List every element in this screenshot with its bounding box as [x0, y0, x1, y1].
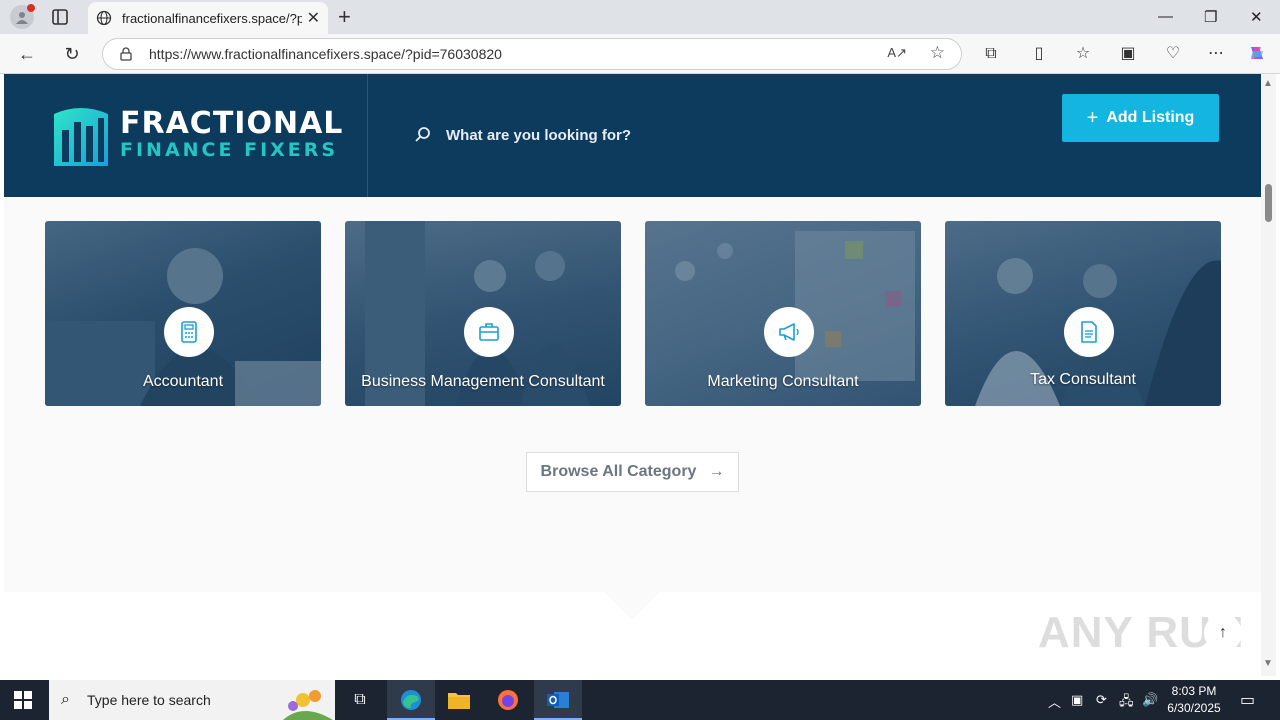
browse-all-label: Browse All Category: [540, 463, 697, 480]
address-bar[interactable]: https://www.fractionalfinancefixers.spac…: [102, 38, 962, 70]
category-card-tax-consultant[interactable]: Tax Consultant: [945, 221, 1221, 406]
back-to-top-button[interactable]: ↑: [1204, 614, 1242, 652]
category-card-marketing-consultant[interactable]: Marketing Consultant: [645, 221, 921, 406]
logo-text-secondary: FINANCE FIXERS: [120, 139, 339, 161]
browser-tab-strip: fractionalfinancefixers.space/?pid= ✕ + …: [0, 0, 1280, 34]
category-label: Accountant: [142, 373, 224, 390]
category-label: Business Management Consultant: [361, 373, 605, 390]
collections-icon[interactable]: ▣: [1117, 43, 1139, 65]
task-view-icon[interactable]: ⧉: [346, 686, 374, 714]
taskbar-search-box[interactable]: ⌕ Type here to search: [49, 680, 335, 720]
system-clock[interactable]: 8:03 PM 6/30/2025: [1162, 683, 1226, 717]
read-aloud-icon[interactable]: A↗: [887, 45, 907, 61]
search-placeholder: What are you looking for?: [446, 126, 632, 144]
logo-text-primary: FRACTIONAL: [120, 106, 344, 141]
search-icon: [415, 127, 430, 142]
volume-icon[interactable]: 🔊: [1142, 692, 1158, 708]
windows-taskbar: ⌕ Type here to search ⧉ ︿ ▣ ⟳ 🖧 🔊 8:03 P…: [0, 680, 1280, 720]
plus-icon: +: [1086, 106, 1099, 129]
category-card-business-management-consultant[interactable]: Business Management Consultant: [345, 221, 621, 406]
refresh-button[interactable]: ↻: [61, 43, 83, 65]
notifications-icon[interactable]: ▭: [1240, 690, 1255, 710]
browser-essentials-icon[interactable]: ♡: [1162, 43, 1184, 65]
site-info-lock-icon[interactable]: [119, 47, 133, 61]
edge-browser-icon[interactable]: [397, 686, 425, 714]
notification-dot: [27, 4, 35, 12]
outlook-icon[interactable]: [544, 686, 572, 714]
restore-button[interactable]: ❐: [1204, 8, 1217, 26]
arrow-right-icon: →: [708, 463, 725, 480]
scrollbar-thumb[interactable]: [1265, 184, 1272, 222]
category-card-accountant[interactable]: Accountant: [45, 221, 321, 406]
back-button[interactable]: ←: [16, 43, 38, 65]
settings-more-icon[interactable]: ⋯: [1205, 43, 1227, 65]
tab-title: fractionalfinancefixers.space/?pid=: [122, 10, 302, 26]
search-icon: ⌕: [61, 691, 70, 708]
new-tab-button[interactable]: +: [338, 6, 351, 28]
windows-start-icon[interactable]: [14, 691, 32, 709]
megaphone-icon: [764, 307, 814, 357]
web-page: FRACTIONAL FINANCE FIXERS What are you l…: [4, 74, 1261, 676]
clock-time: 8:03 PM: [1171, 684, 1217, 698]
header-divider: [367, 74, 368, 197]
browser-tab-active[interactable]: fractionalfinancefixers.space/?pid= ✕: [88, 2, 328, 34]
add-listing-button[interactable]: + Add Listing: [1062, 94, 1219, 142]
profile-avatar[interactable]: [10, 4, 35, 29]
url-text: https://www.fractionalfinancefixers.spac…: [149, 46, 502, 62]
address-toolbar: ← ↻ https://www.fractionalfinancefixers.…: [0, 34, 1280, 74]
tray-sync-icon[interactable]: ⟳: [1096, 692, 1107, 708]
add-listing-label: Add Listing: [1106, 109, 1195, 126]
document-icon: [1064, 307, 1114, 357]
copilot-icon[interactable]: [1246, 43, 1268, 65]
close-window-button[interactable]: ✕: [1250, 8, 1263, 26]
file-explorer-icon[interactable]: [445, 686, 473, 714]
split-screen-icon[interactable]: ▯: [1028, 43, 1050, 65]
page-scrollbar[interactable]: ▲ ▼: [1261, 74, 1276, 676]
taskbar-search-placeholder: Type here to search: [87, 692, 211, 708]
section-notch: [604, 592, 660, 620]
favorites-icon[interactable]: ☆: [1072, 43, 1094, 65]
search-highlight-icon: [283, 690, 333, 720]
briefcase-icon: [464, 307, 514, 357]
clock-date: 6/30/2025: [1167, 701, 1221, 715]
scroll-up-arrow-icon[interactable]: ▲: [1263, 78, 1273, 89]
calculator-icon: [164, 307, 214, 357]
close-tab-icon[interactable]: ✕: [307, 8, 320, 28]
site-logo[interactable]: FRACTIONAL FINANCE FIXERS: [50, 104, 343, 166]
site-header: FRACTIONAL FINANCE FIXERS What are you l…: [4, 74, 1261, 197]
favorite-star-icon[interactable]: ☆: [930, 43, 945, 63]
browse-all-category-button[interactable]: Browse All Category →: [526, 452, 739, 492]
network-icon[interactable]: 🖧: [1119, 692, 1134, 714]
category-label: Tax Consultant: [1030, 371, 1136, 388]
firefox-icon[interactable]: [494, 686, 522, 714]
scroll-down-arrow-icon[interactable]: ▼: [1263, 658, 1273, 669]
tray-overflow-icon[interactable]: ︿: [1048, 692, 1061, 711]
tab-actions-icon[interactable]: [50, 7, 70, 27]
category-label: Marketing Consultant: [707, 373, 859, 390]
globe-icon: [96, 10, 112, 26]
minimize-button[interactable]: —: [1158, 8, 1173, 25]
extensions-icon[interactable]: ⧉: [980, 43, 1002, 65]
tray-outlook-icon[interactable]: ▣: [1071, 692, 1083, 708]
logo-bars-icon: [54, 108, 108, 166]
site-search[interactable]: What are you looking for?: [414, 126, 631, 144]
